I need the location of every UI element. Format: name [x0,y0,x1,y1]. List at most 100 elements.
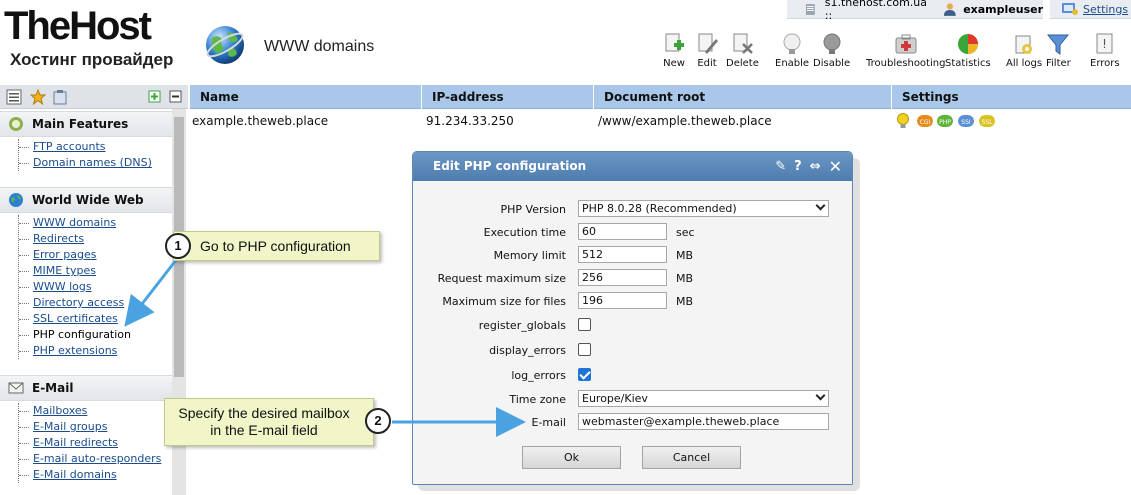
expand-all-icon[interactable] [147,89,163,105]
sidebar-item-e-mail-auto-responders[interactable]: E-mail auto-responders [19,451,161,467]
display-errors-checkbox[interactable] [578,343,591,356]
dialog-title-bar[interactable]: Edit PHP configuration ✎ ? ⇔ ✕ [413,152,852,181]
email-label: E-mail [531,416,567,429]
sidebar-item-www-logs[interactable]: WWW logs [19,279,131,295]
filter-button[interactable]: Filter [1046,32,1071,69]
php-icon: PHP [937,115,953,127]
globe-icon [206,26,244,64]
cancel-button[interactable]: Cancel [642,446,741,469]
svg-text:CGI: CGI [920,119,931,126]
log-errors-checkbox[interactable] [578,368,591,381]
column-ip-address[interactable]: IP-address [422,85,594,109]
svg-text:SSL: SSL [982,119,994,126]
sidebar-item-php-extensions[interactable]: PHP extensions [19,343,131,359]
group-e-mail[interactable]: E-Mail [0,375,172,401]
time-zone-select[interactable]: Europe/Kiev [578,390,829,407]
svg-text:PHP: PHP [939,119,951,126]
filter-icon [1047,34,1070,55]
collapse-all-icon[interactable] [168,89,184,105]
file-max-unit: MB [676,295,694,308]
sidebar-item-mime-types[interactable]: MIME types [19,263,131,279]
execution-time-input[interactable]: 60 [578,223,667,240]
ssl-icon: SSL [979,115,995,127]
sidebar-item-e-mail-domains[interactable]: E-Mail domains [19,467,161,483]
chevron-down-icon [815,200,826,211]
settings-icon [1062,3,1078,15]
resize-icon[interactable]: ⇔ [810,158,821,175]
favorites-star-icon[interactable] [30,89,46,105]
svg-text:SSI: SSI [961,119,971,126]
sidebar-item-php-configuration[interactable]: PHP configuration [19,327,131,343]
server-name: s1.thehost.com.ua :: [824,0,927,22]
troubleshooting-button[interactable]: Troubleshooting [866,32,945,69]
errors-button[interactable]: ! Errors [1090,32,1120,69]
logo-subtitle: Хостинг провайдер [10,50,174,69]
dialog-title: Edit PHP configuration [433,159,587,173]
clipboard-icon[interactable] [52,89,68,105]
close-icon[interactable]: ✕ [829,158,842,175]
callout-2-text: Specify the desired mailbox in the E-mai… [178,405,350,438]
sidebar-item-ssl-certificates[interactable]: SSL certificates [19,311,131,327]
cgi-icon: CGI [917,115,933,127]
email-input[interactable]: webmaster@example.theweb.place [578,413,829,430]
settings-box: Settings [1050,0,1131,19]
pin-icon[interactable]: ✎ [775,158,786,175]
sidebar-item-redirects[interactable]: Redirects [19,231,131,247]
enable-button[interactable]: Enable [775,32,809,69]
sidebar-item-e-mail-groups[interactable]: E-Mail groups [19,419,161,435]
first-aid-icon [895,34,917,54]
statistics-button[interactable]: Statistics [945,32,991,69]
sidebar-item-ftp-accounts[interactable]: FTP accounts [19,139,152,155]
table-row[interactable]: example.theweb.place 91.234.33.250 /www/… [190,109,1131,133]
user-name[interactable]: exampleuser [963,3,1043,16]
cell-ip: 91.234.33.250 [426,114,514,128]
dialog-title-icons: ✎ ? ⇔ ✕ [767,158,842,175]
chevron-down-icon [815,390,826,401]
main-features-icon [9,117,23,131]
ssi-icon: SSI [958,115,974,127]
delete-button[interactable]: Delete [726,32,759,69]
column-settings[interactable]: Settings [892,85,1131,109]
sidebar-item-mailboxes[interactable]: Mailboxes [19,403,161,419]
group-main-features[interactable]: Main Features [0,111,172,137]
file-max-input[interactable]: 196 [578,292,667,309]
settings-link[interactable]: Settings [1083,3,1128,16]
main-features-list: FTP accounts Domain names (DNS) [18,139,152,171]
edit-icon [698,33,718,54]
sidebar-item-www-domains[interactable]: WWW domains [19,215,131,231]
sidebar-item-domain-names[interactable]: Domain names (DNS) [19,155,152,171]
edit-button[interactable]: Edit [695,32,719,69]
all-logs-button[interactable]: All logs [1006,32,1042,69]
pie-chart-icon [957,34,978,54]
sidebar-item-directory-access[interactable]: Directory access [19,295,131,311]
e-mail-list: Mailboxes E-Mail groups E-Mail redirects… [18,403,161,483]
display-errors-label: display_errors [489,344,566,357]
ok-button[interactable]: Ok [522,446,621,469]
help-icon[interactable]: ? [794,158,802,175]
disable-button[interactable]: Disable [813,32,850,69]
logs-icon [1015,35,1033,54]
column-document-root[interactable]: Document root [594,85,892,109]
request-max-label: Request maximum size [437,272,566,285]
table-header: Name IP-address Document root Settings [190,85,1131,109]
callout-2-number: 2 [365,408,391,434]
php-version-select[interactable]: PHP 8.0.28 (Recommended) [578,200,829,217]
time-zone-label: Time zone [509,393,566,406]
register-globals-checkbox[interactable] [578,318,591,331]
callout-1-text: Go to PHP configuration [200,238,351,254]
group-world-wide-web[interactable]: World Wide Web [0,187,172,213]
sidebar-item-e-mail-redirects[interactable]: E-Mail redirects [19,435,161,451]
memory-limit-input[interactable]: 512 [578,246,667,263]
list-view-icon[interactable] [6,89,22,105]
request-max-unit: MB [676,272,694,285]
file-max-label: Maximum size for files [442,295,566,308]
sidebar-item-error-pages[interactable]: Error pages [19,247,131,263]
svg-text:!: ! [1102,37,1107,51]
php-version-label: PHP Version [500,203,566,216]
new-button[interactable]: New [662,32,686,69]
column-name[interactable]: Name [190,85,422,109]
request-max-input[interactable]: 256 [578,269,667,286]
delete-icon [733,33,754,54]
errors-icon: ! [1096,33,1113,54]
bulb-icon [897,113,909,128]
